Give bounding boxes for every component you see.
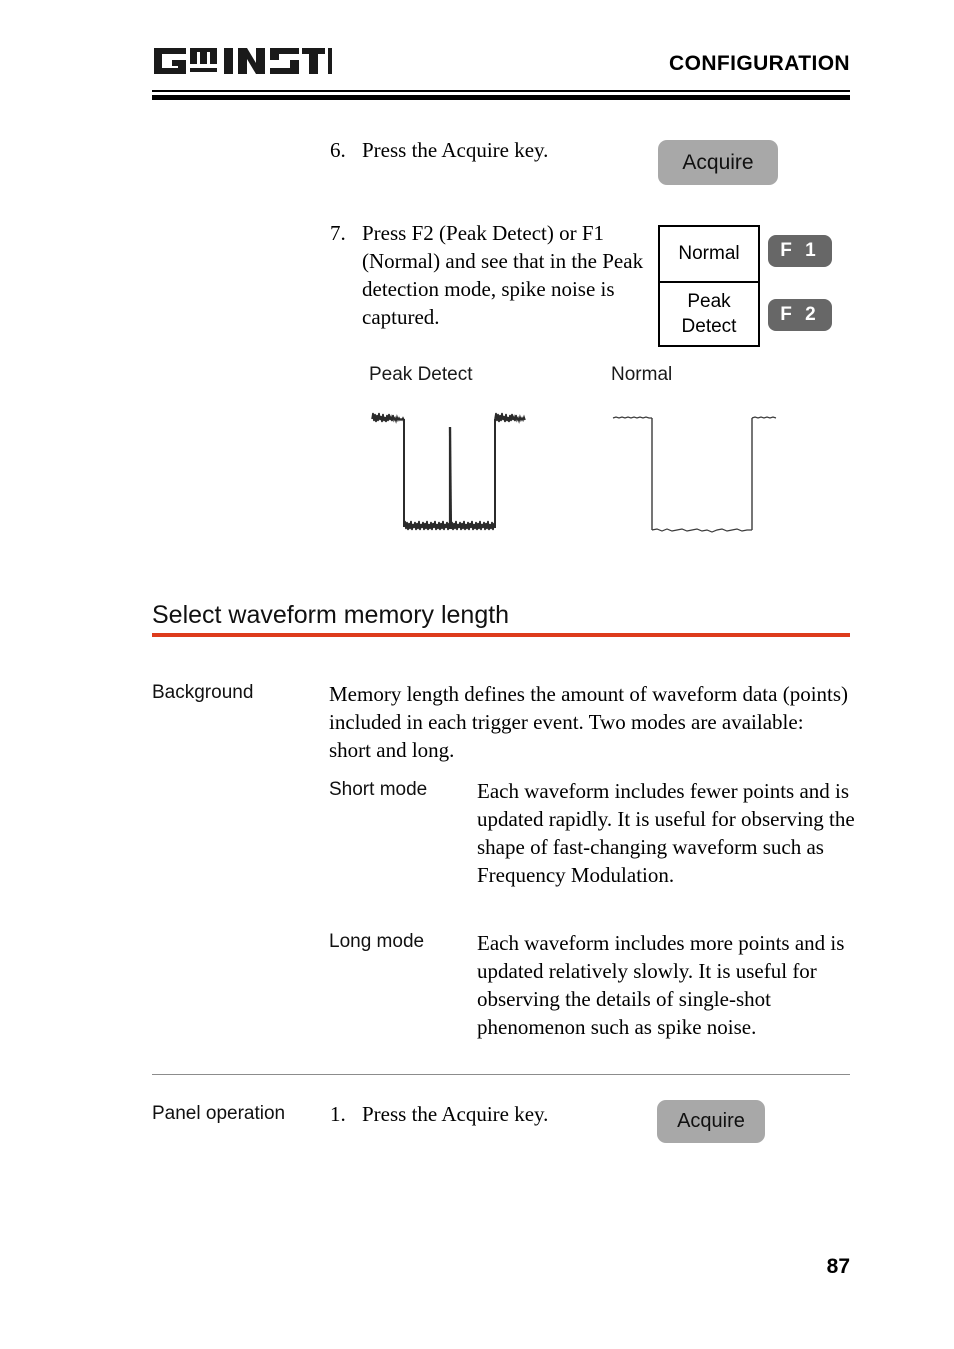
figure-label-peak-detect: Peak Detect [369,364,473,385]
f2-key-button[interactable]: F 2 [768,299,832,331]
waveform-figure-normal [605,405,780,550]
figure-label-normal: Normal [611,364,673,385]
row-label-long-mode: Long mode [329,931,425,952]
header-rule-thin [152,90,850,92]
row-body-long-mode: Each waveform includes more points and i… [477,931,845,1039]
waveform-figure-peak-detect [360,405,535,550]
panel-step-1-number: 1. [330,1102,346,1126]
row-body-short-mode: Each waveform includes fewer points and … [477,779,855,887]
softkey-peak-label-line2: Detect [681,316,737,337]
row-label-panel-operation: Panel operation [152,1103,286,1124]
softkey-peak-detect[interactable]: Peak Detect [660,281,758,345]
document-page: CONFIGURATION 6. Press the Acquire key. … [0,0,954,1349]
step-7-text: Press F2 (Peak Detect) or F1 (Normal) an… [362,221,644,329]
f1-key-button[interactable]: F 1 [768,235,832,267]
step-6-text: Press the Acquire key. [362,138,549,162]
softkey-normal[interactable]: Normal [660,227,758,281]
section-divider [152,1074,850,1075]
page-header: CONFIGURATION [152,44,850,90]
header-rule-thick [152,95,850,100]
softkey-normal-label: Normal [678,243,740,264]
page-number: 87 [826,1255,850,1278]
gw-instek-logo [152,44,332,78]
acquire-key-button[interactable]: Acquire [658,140,778,185]
acquire-key-button-panel[interactable]: Acquire [657,1100,765,1143]
panel-step-1-text: Press the Acquire key. [362,1102,549,1126]
step-7-number: 7. [330,221,346,245]
step-6-number: 6. [330,138,346,162]
section-heading-rule [152,633,850,637]
header-title: CONFIGURATION [669,52,850,75]
row-label-background: Background [152,682,254,703]
softkey-menu-box: Normal Peak Detect [658,225,760,347]
row-body-background: Memory length defines the amount of wave… [329,682,849,762]
row-label-short-mode: Short mode [329,779,428,800]
section-heading: Select waveform memory length [152,601,510,629]
softkey-peak-label-line1: Peak [687,291,731,312]
